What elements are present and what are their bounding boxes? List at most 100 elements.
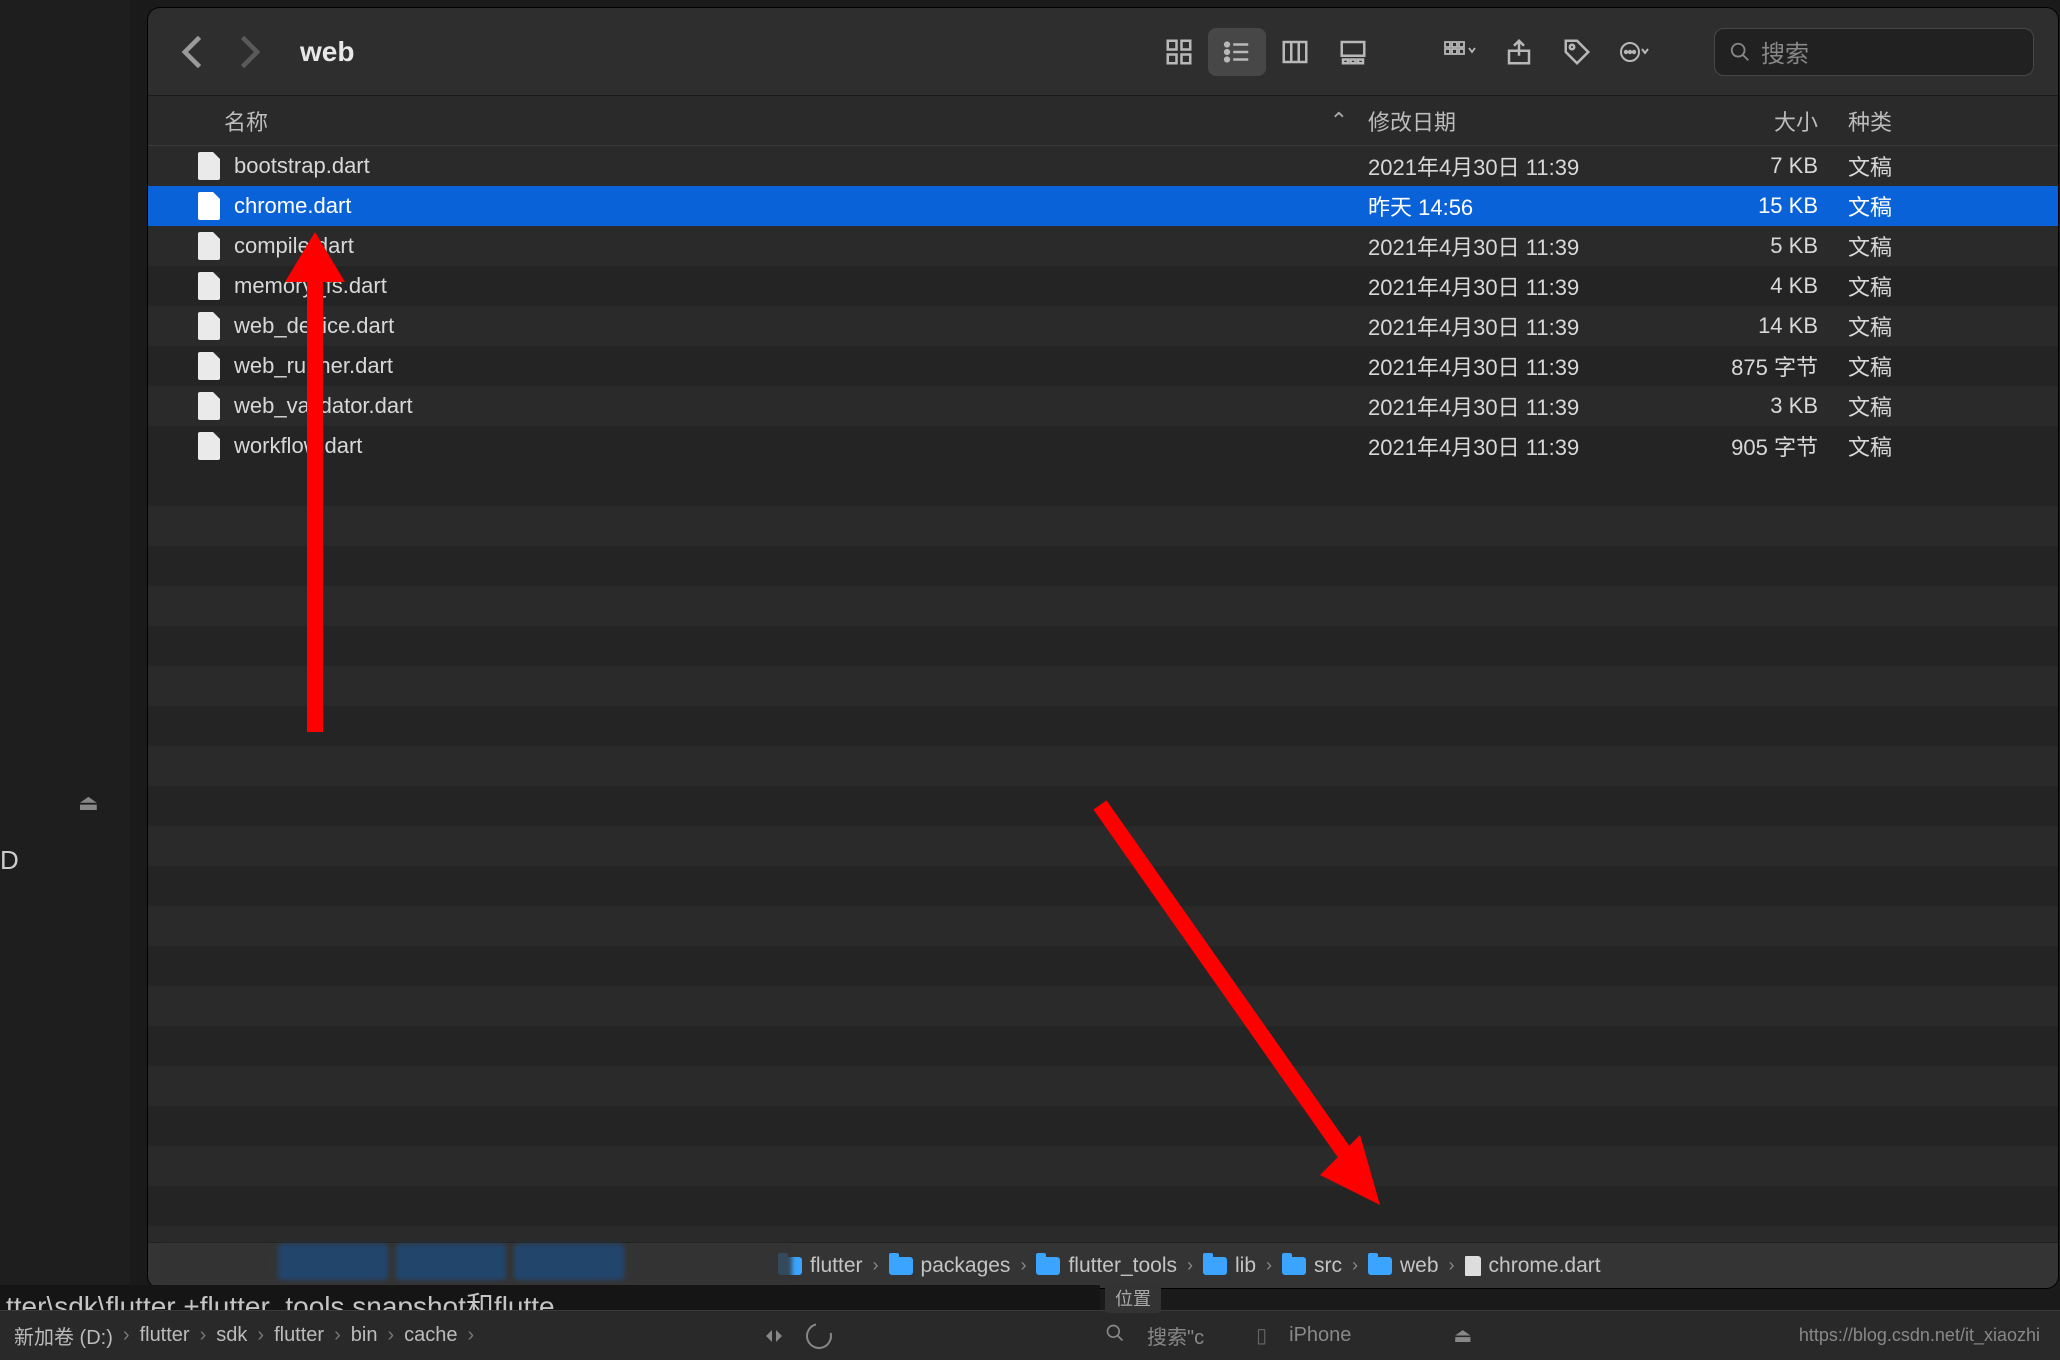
file-icon: [198, 152, 220, 180]
sidebar-strip: ⏏ D: [0, 0, 130, 1360]
file-date: 2021年4月30日 11:39: [1368, 230, 1658, 262]
file-row[interactable]: compile.dart 2021年4月30日 11:39 5 KB 文稿: [148, 226, 2058, 266]
header-kind[interactable]: 种类: [1848, 105, 2058, 137]
sort-indicator-icon: ⌃: [1330, 108, 1348, 134]
file-list: bootstrap.dart 2021年4月30日 11:39 7 KB 文稿 …: [148, 146, 2058, 466]
os-bottom-bar: 新加卷 (D:)›flutter›sdk›flutter›bin›cache› …: [0, 1310, 2060, 1360]
file-size: 15 KB: [1658, 193, 1848, 219]
file-icon: [198, 352, 220, 380]
chevron-right-icon: ›: [200, 1324, 207, 1347]
path-segment[interactable]: packages: [889, 1254, 1011, 1278]
search-placeholder: 搜索: [1761, 34, 1809, 69]
file-icon: [198, 232, 220, 260]
chevron-right-icon: ›: [334, 1324, 341, 1347]
os-crumb[interactable]: 新加卷 (D:): [14, 1321, 113, 1350]
header-size[interactable]: 大小: [1658, 105, 1848, 137]
header-name[interactable]: 名称: [224, 105, 1330, 137]
empty-rows: [148, 466, 2058, 1266]
eject-icon[interactable]: ⏏: [78, 790, 99, 816]
overlay-label: 位置: [1105, 1283, 1161, 1313]
file-row[interactable]: web_validator.dart 2021年4月30日 11:39 3 KB…: [148, 386, 2058, 426]
search-input[interactable]: 搜索: [1714, 28, 2034, 76]
file-name: web_runner.dart: [234, 353, 1368, 379]
file-size: 7 KB: [1658, 153, 1848, 179]
chevron-right-icon: ›: [873, 1255, 879, 1276]
file-size: 5 KB: [1658, 233, 1848, 259]
file-row[interactable]: workflow.dart 2021年4月30日 11:39 905 字节 文稿: [148, 426, 2058, 466]
file-kind: 文稿: [1848, 350, 2058, 382]
file-kind: 文稿: [1848, 390, 2058, 422]
more-actions-button[interactable]: [1606, 28, 1664, 76]
file-icon: [198, 432, 220, 460]
file-icon: [198, 192, 220, 220]
chevron-right-icon: ›: [1352, 1255, 1358, 1276]
folder-icon: [1036, 1257, 1060, 1275]
file-row[interactable]: web_device.dart 2021年4月30日 11:39 14 KB 文…: [148, 306, 2058, 346]
history-toggle-icon[interactable]: [760, 1330, 788, 1342]
file-row[interactable]: web_runner.dart 2021年4月30日 11:39 875 字节 …: [148, 346, 2058, 386]
os-breadcrumb[interactable]: 新加卷 (D:)›flutter›sdk›flutter›bin›cache›: [0, 1321, 484, 1350]
os-crumb[interactable]: flutter: [274, 1324, 324, 1347]
share-button[interactable]: [1490, 28, 1548, 76]
search-icon[interactable]: [1105, 1323, 1125, 1349]
os-crumb[interactable]: bin: [351, 1324, 378, 1347]
file-name: compile.dart: [234, 233, 1368, 259]
list-view-button[interactable]: [1208, 28, 1266, 76]
sidebar-letter: D: [0, 845, 19, 876]
column-view-button[interactable]: [1266, 28, 1324, 76]
eject-icon[interactable]: ⏏: [1453, 1323, 1472, 1348]
chevron-right-icon: ›: [1020, 1255, 1026, 1276]
file-date: 2021年4月30日 11:39: [1368, 310, 1658, 342]
file-name: web_validator.dart: [234, 393, 1368, 419]
device-label[interactable]: iPhone: [1289, 1324, 1351, 1347]
file-size: 14 KB: [1658, 313, 1848, 339]
file-date: 2021年4月30日 11:39: [1368, 150, 1658, 182]
os-crumb[interactable]: flutter: [140, 1324, 190, 1347]
path-segment[interactable]: web: [1368, 1254, 1439, 1278]
file-name: chrome.dart: [234, 193, 1368, 219]
file-size: 3 KB: [1658, 393, 1848, 419]
chevron-right-icon: ›: [123, 1324, 130, 1347]
file-kind: 文稿: [1848, 230, 2058, 262]
os-search-text[interactable]: 搜索"c: [1147, 1321, 1204, 1350]
chevron-right-icon: ›: [1449, 1255, 1455, 1276]
file-kind: 文稿: [1848, 150, 2058, 182]
os-crumb[interactable]: sdk: [216, 1324, 247, 1347]
path-segment[interactable]: src: [1282, 1254, 1342, 1278]
os-crumb[interactable]: cache: [404, 1324, 457, 1347]
file-name: web_device.dart: [234, 313, 1368, 339]
icon-view-button[interactable]: [1150, 28, 1208, 76]
file-size: 905 字节: [1658, 430, 1848, 462]
search-icon: [1729, 41, 1751, 63]
file-date: 2021年4月30日 11:39: [1368, 430, 1658, 462]
group-by-button[interactable]: [1432, 28, 1490, 76]
header-date[interactable]: 修改日期: [1368, 105, 1658, 137]
tag-button[interactable]: [1548, 28, 1606, 76]
file-row[interactable]: memory_fs.dart 2021年4月30日 11:39 4 KB 文稿: [148, 266, 2058, 306]
background-dock-tabs: [160, 1240, 792, 1284]
file-name: bootstrap.dart: [234, 153, 1368, 179]
column-headers[interactable]: 名称 ⌃ 修改日期 大小 种类: [148, 96, 2058, 146]
file-row[interactable]: bootstrap.dart 2021年4月30日 11:39 7 KB 文稿: [148, 146, 2058, 186]
file-size: 4 KB: [1658, 273, 1848, 299]
path-segment[interactable]: lib: [1203, 1254, 1256, 1278]
file-row[interactable]: chrome.dart 昨天 14:56 15 KB 文稿: [148, 186, 2058, 226]
file-date: 2021年4月30日 11:39: [1368, 270, 1658, 302]
folder-icon: [1368, 1257, 1392, 1275]
file-kind: 文稿: [1848, 270, 2058, 302]
file-kind: 文稿: [1848, 430, 2058, 462]
view-mode-group: [1150, 28, 1382, 76]
chevron-right-icon: ›: [468, 1324, 475, 1347]
file-name: memory_fs.dart: [234, 273, 1368, 299]
file-kind: 文稿: [1848, 310, 2058, 342]
path-segment[interactable]: flutter_tools: [1036, 1254, 1177, 1278]
watermark-text: https://blog.csdn.net/it_xiaozhi: [1799, 1325, 2060, 1346]
back-button[interactable]: [172, 30, 216, 74]
folder-icon: [889, 1257, 913, 1275]
path-file[interactable]: chrome.dart: [1465, 1254, 1601, 1278]
file-date: 2021年4月30日 11:39: [1368, 350, 1658, 382]
refresh-icon[interactable]: [801, 1318, 837, 1354]
gallery-view-button[interactable]: [1324, 28, 1382, 76]
forward-button[interactable]: [226, 30, 270, 74]
file-size: 875 字节: [1658, 350, 1848, 382]
